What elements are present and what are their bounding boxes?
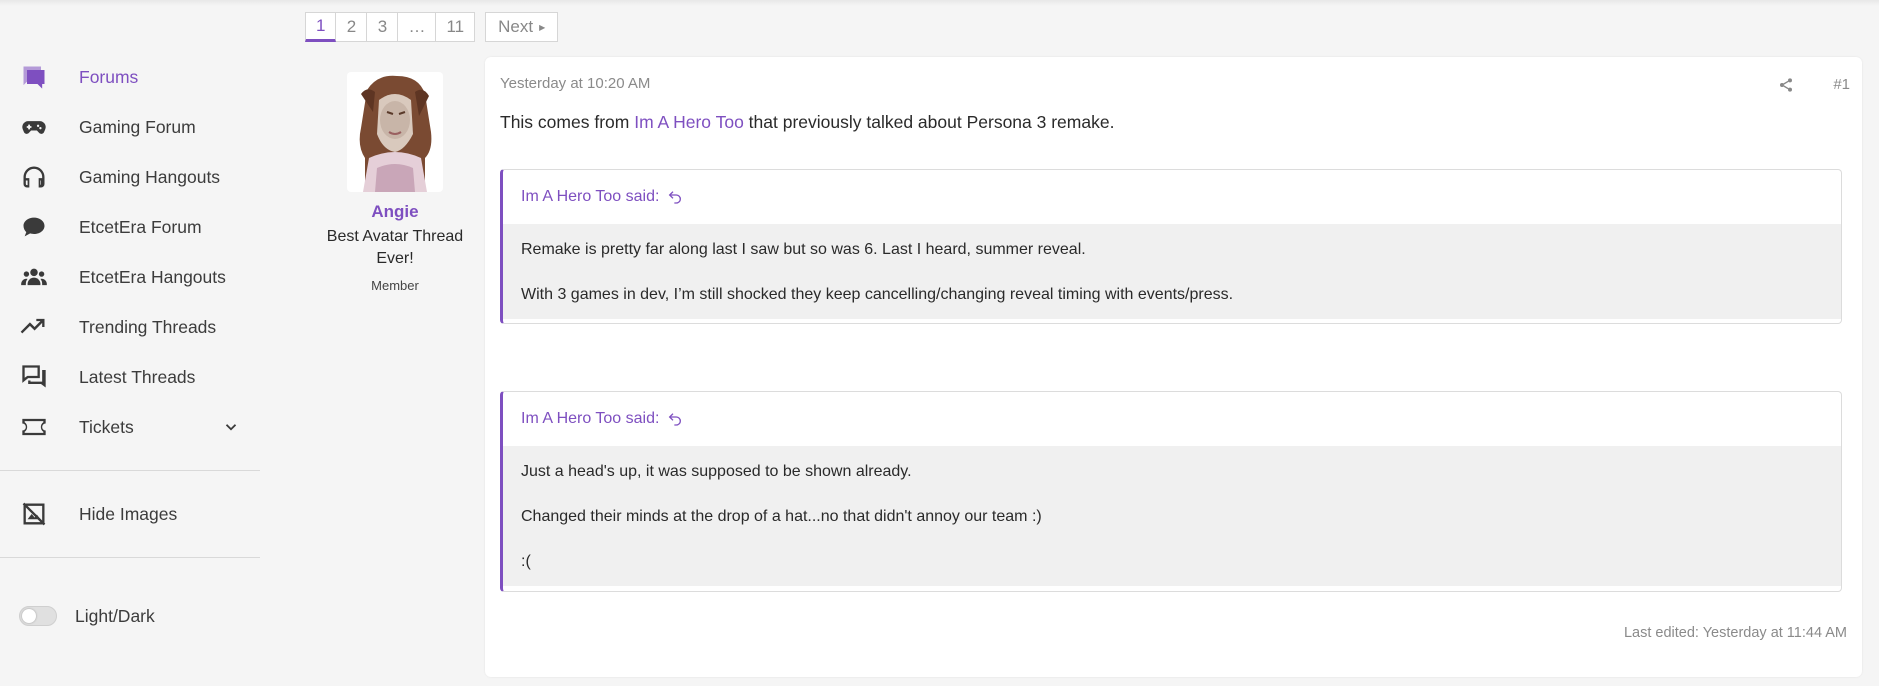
page-1[interactable]: 1 bbox=[305, 12, 337, 42]
quote-content: Remake is pretty far along last I saw bu… bbox=[503, 224, 1841, 319]
sidebar-item-label: EtcetEra Forum bbox=[79, 216, 202, 237]
sidebar-divider bbox=[0, 557, 260, 558]
user-role: Member bbox=[371, 278, 419, 293]
theme-toggle-row: Light/Dark bbox=[0, 594, 260, 638]
hide-images-label: Hide Images bbox=[79, 503, 178, 524]
body-text: This comes from bbox=[500, 112, 635, 132]
post-card: Yesterday at 10:20 AM #1 This comes from… bbox=[485, 57, 1862, 677]
quote-line: :( bbox=[521, 553, 531, 570]
share-icon[interactable] bbox=[1778, 77, 1794, 93]
page-11[interactable]: 11 bbox=[436, 12, 476, 42]
quote-author: Im A Hero Too said: bbox=[521, 410, 660, 427]
quote-author-link[interactable]: Im A Hero Too said: bbox=[503, 170, 1841, 224]
page-ellipsis[interactable]: … bbox=[398, 12, 437, 42]
theme-toggle[interactable] bbox=[19, 606, 57, 626]
avatar[interactable] bbox=[347, 72, 443, 192]
toggle-knob bbox=[22, 609, 36, 623]
pagination: 1 2 3 … 11 Next ▶ bbox=[305, 12, 559, 42]
jump-to-quote-icon bbox=[667, 189, 683, 205]
sidebar-item-label: Latest Threads bbox=[79, 366, 196, 387]
quote-block: Im A Hero Too said: Just a head's up, it… bbox=[500, 391, 1842, 592]
next-label: Next bbox=[498, 17, 534, 36]
sidebar-item-forums[interactable]: Forums bbox=[0, 52, 260, 102]
page-2[interactable]: 2 bbox=[336, 12, 368, 42]
mention-link[interactable]: Im A Hero Too bbox=[634, 112, 744, 132]
sidebar-item-gaming-hangouts[interactable]: Gaming Hangouts bbox=[0, 152, 260, 202]
username[interactable]: Angie bbox=[320, 202, 470, 222]
forums-icon bbox=[19, 62, 49, 92]
quote-author-link[interactable]: Im A Hero Too said: bbox=[503, 392, 1841, 446]
gamepad-icon bbox=[19, 112, 49, 142]
sidebar-item-etcetera-forum[interactable]: EtcetEra Forum bbox=[0, 202, 260, 252]
post-permalink[interactable]: #1 bbox=[1833, 76, 1850, 93]
top-shadow bbox=[0, 0, 1879, 6]
body-text: that previously talked about Persona 3 r… bbox=[743, 112, 1115, 132]
hide-images-button[interactable]: Hide Images bbox=[0, 489, 260, 539]
sidebar-item-label: Gaming Hangouts bbox=[79, 166, 221, 187]
headphones-icon bbox=[19, 162, 49, 192]
post-date[interactable]: Yesterday at 10:20 AM bbox=[500, 75, 650, 92]
sidebar-item-label: Forums bbox=[79, 66, 139, 87]
trending-icon bbox=[19, 312, 49, 342]
quote-block: Im A Hero Too said: Remake is pretty far… bbox=[500, 169, 1842, 324]
sidebar-item-latest-threads[interactable]: Latest Threads bbox=[0, 352, 260, 402]
sidebar-item-label: Tickets bbox=[79, 416, 134, 437]
theme-toggle-label: Light/Dark bbox=[75, 605, 155, 626]
sidebar-item-label: Trending Threads bbox=[79, 316, 217, 337]
quote-author: Im A Hero Too said: bbox=[521, 188, 660, 205]
quote-line: Remake is pretty far along last I saw bu… bbox=[521, 241, 1086, 258]
quote-line: With 3 games in dev, I’m still shocked t… bbox=[521, 286, 1234, 303]
caret-right-icon: ▶ bbox=[539, 22, 546, 32]
next-page-button[interactable]: Next ▶ bbox=[485, 12, 559, 42]
sidebar-divider bbox=[0, 470, 260, 471]
chevron-down-icon[interactable] bbox=[222, 418, 240, 436]
user-title: Best Avatar Thread Ever! bbox=[326, 228, 464, 267]
jump-to-quote-icon bbox=[667, 411, 683, 427]
sidebar-item-label: Gaming Forum bbox=[79, 116, 196, 137]
post-author: Angie Best Avatar Thread Ever! Member bbox=[320, 72, 470, 293]
image-off-icon bbox=[19, 499, 49, 529]
users-icon bbox=[19, 262, 49, 292]
post-body: This comes from Im A Hero Too that previ… bbox=[500, 112, 1114, 133]
sidebar-item-tickets[interactable]: Tickets bbox=[0, 402, 260, 452]
sidebar-item-label: EtcetEra Hangouts bbox=[79, 266, 226, 287]
sidebar-item-gaming-forum[interactable]: Gaming Forum bbox=[0, 102, 260, 152]
quote-line: Just a head's up, it was supposed to be … bbox=[521, 463, 912, 480]
sidebar: Forums Gaming Forum Gaming Hangouts Etce… bbox=[0, 52, 260, 638]
quote-content: Just a head's up, it was supposed to be … bbox=[503, 446, 1841, 586]
ticket-icon bbox=[19, 412, 49, 442]
page-3[interactable]: 3 bbox=[367, 12, 399, 42]
sidebar-item-trending-threads[interactable]: Trending Threads bbox=[0, 302, 260, 352]
comments-icon bbox=[19, 362, 49, 392]
last-edited: Last edited: Yesterday at 11:44 AM bbox=[1623, 625, 1847, 641]
sidebar-item-etcetera-hangouts[interactable]: EtcetEra Hangouts bbox=[0, 252, 260, 302]
quote-line: Changed their minds at the drop of a hat… bbox=[521, 508, 1042, 525]
chat-bubble-icon bbox=[19, 212, 49, 242]
